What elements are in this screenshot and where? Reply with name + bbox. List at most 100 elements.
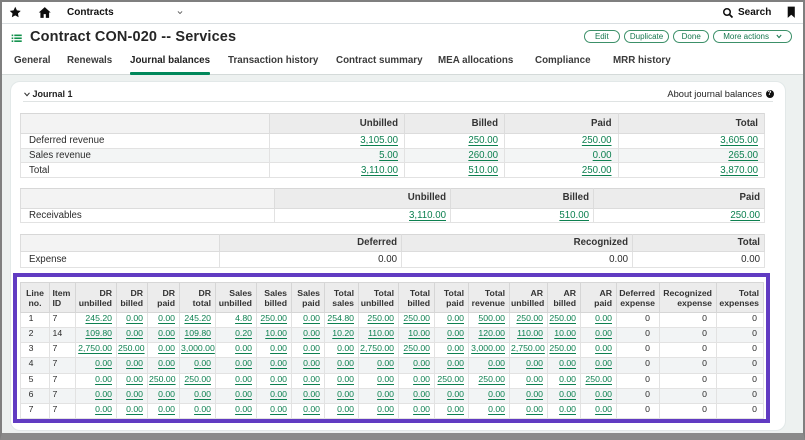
line-cell[interactable]: 245.20 bbox=[76, 313, 117, 328]
line-cell[interactable]: 0.00 bbox=[548, 403, 581, 418]
amount-link[interactable]: 0.00 bbox=[95, 374, 112, 384]
line-cell[interactable]: 0.00 bbox=[180, 403, 216, 418]
amount-link[interactable]: 245.20 bbox=[184, 313, 211, 323]
amount-link[interactable]: 3,105.00 bbox=[360, 135, 398, 146]
line-cell[interactable]: 2,750.00 bbox=[510, 343, 548, 358]
line-cell[interactable]: 0.00 bbox=[325, 343, 359, 358]
amount-link[interactable]: 2,750.00 bbox=[78, 343, 112, 353]
line-cell[interactable]: 0.00 bbox=[76, 358, 117, 373]
amount-link[interactable]: 0.00 bbox=[526, 389, 543, 399]
line-cell[interactable]: 250.00 bbox=[257, 313, 292, 328]
line-cell[interactable]: 0.00 bbox=[510, 373, 548, 388]
line-cell[interactable]: 10.20 bbox=[325, 328, 359, 343]
amount-link[interactable]: 0.00 bbox=[377, 358, 394, 368]
line-cell[interactable]: 0.00 bbox=[257, 373, 292, 388]
more-actions-button[interactable]: More actions bbox=[713, 30, 792, 43]
amount-link[interactable]: 0.00 bbox=[235, 404, 252, 414]
line-cell[interactable]: 0.00 bbox=[180, 388, 216, 403]
line-cell[interactable]: 0.00 bbox=[292, 313, 325, 328]
amount-link[interactable]: 0.00 bbox=[337, 404, 354, 414]
amount-link[interactable]: 0.00 bbox=[303, 389, 320, 399]
line-cell[interactable]: 250.00 bbox=[469, 373, 510, 388]
amount-link[interactable]: 0.00 bbox=[235, 343, 252, 353]
record-list-icon[interactable] bbox=[11, 34, 22, 43]
amount-link[interactable]: 0.00 bbox=[593, 150, 612, 161]
amount-link[interactable]: 0.00 bbox=[447, 358, 464, 368]
line-cell[interactable]: 250.00 bbox=[359, 313, 399, 328]
line-cell[interactable]: 0.00 bbox=[435, 328, 469, 343]
line-cell[interactable]: 0.00 bbox=[148, 328, 180, 343]
line-cell[interactable]: 0.00 bbox=[359, 388, 399, 403]
amount-link[interactable]: 250.00 bbox=[516, 313, 543, 323]
amount-link[interactable]: 0.00 bbox=[488, 389, 505, 399]
amount-link[interactable]: 250.00 bbox=[149, 374, 176, 384]
line-cell[interactable]: 0.00 bbox=[325, 373, 359, 388]
amount-link[interactable]: 10.00 bbox=[265, 328, 287, 338]
amount-link[interactable]: 250.00 bbox=[468, 135, 498, 146]
amount-link[interactable]: 120.00 bbox=[478, 328, 505, 338]
line-cell[interactable]: 0.00 bbox=[581, 313, 617, 328]
amount-link[interactable]: 10.00 bbox=[408, 328, 430, 338]
amount-cell[interactable]: 0.00 bbox=[505, 148, 619, 163]
line-cell[interactable]: 2,750.00 bbox=[76, 343, 117, 358]
line-cell[interactable]: 0.00 bbox=[359, 373, 399, 388]
amount-link[interactable]: 3,110.00 bbox=[361, 165, 398, 176]
amount-link[interactable]: 3,000.00 bbox=[471, 343, 505, 353]
amount-link[interactable]: 0.00 bbox=[413, 404, 430, 414]
tab-contract-summary[interactable]: Contract summary bbox=[336, 50, 423, 74]
line-cell[interactable]: 0.00 bbox=[435, 403, 469, 418]
line-cell[interactable]: 10.00 bbox=[399, 328, 435, 343]
amount-link[interactable]: 0.20 bbox=[235, 328, 252, 338]
amount-cell[interactable]: 3,110.00 bbox=[270, 163, 405, 178]
amount-link[interactable]: 0.00 bbox=[158, 343, 175, 353]
amount-link[interactable]: 0.00 bbox=[303, 328, 320, 338]
amount-link[interactable]: 0.00 bbox=[126, 389, 143, 399]
amount-link[interactable]: 0.00 bbox=[126, 358, 143, 368]
line-cell[interactable]: 0.00 bbox=[117, 403, 148, 418]
line-cell[interactable]: 250.00 bbox=[435, 373, 469, 388]
line-cell[interactable]: 0.00 bbox=[292, 328, 325, 343]
line-cell[interactable]: 0.00 bbox=[257, 388, 292, 403]
amount-link[interactable]: 10.20 bbox=[332, 328, 354, 338]
amount-link[interactable]: 0.00 bbox=[559, 358, 576, 368]
amount-link[interactable]: 0.00 bbox=[413, 374, 430, 384]
amount-link[interactable]: 250.00 bbox=[437, 374, 464, 384]
edit-button[interactable]: Edit bbox=[584, 30, 620, 43]
line-cell[interactable]: 0.00 bbox=[216, 388, 257, 403]
line-cell[interactable]: 0.00 bbox=[257, 343, 292, 358]
journal-section-header[interactable]: Journal 1 About journal balances ? bbox=[23, 82, 773, 102]
amount-link[interactable]: 0.00 bbox=[126, 404, 143, 414]
amount-link[interactable]: 250.00 bbox=[478, 374, 505, 384]
amount-link[interactable]: 0.00 bbox=[303, 374, 320, 384]
amount-link[interactable]: 0.00 bbox=[447, 404, 464, 414]
amount-link[interactable]: 0.00 bbox=[235, 374, 252, 384]
amount-cell[interactable]: 510.00 bbox=[451, 208, 594, 223]
amount-link[interactable]: 0.00 bbox=[337, 343, 354, 353]
line-cell[interactable]: 250.00 bbox=[581, 373, 617, 388]
amount-link[interactable]: 0.00 bbox=[559, 374, 576, 384]
amount-link[interactable]: 250.00 bbox=[260, 313, 287, 323]
amount-link[interactable]: 0.00 bbox=[595, 343, 612, 353]
line-cell[interactable]: 110.00 bbox=[510, 328, 548, 343]
amount-link[interactable]: 0.00 bbox=[270, 358, 287, 368]
amount-cell[interactable]: 250.00 bbox=[505, 133, 619, 148]
amount-link[interactable]: 265.00 bbox=[728, 150, 758, 161]
about-journal-balances-link[interactable]: About journal balances bbox=[667, 89, 762, 99]
amount-link[interactable]: 0.00 bbox=[95, 389, 112, 399]
amount-link[interactable]: 500.00 bbox=[478, 313, 505, 323]
amount-link[interactable]: 510.00 bbox=[468, 165, 498, 176]
amount-cell[interactable]: 260.00 bbox=[405, 148, 505, 163]
line-cell[interactable]: 109.80 bbox=[76, 328, 117, 343]
line-cell[interactable]: 250.00 bbox=[510, 313, 548, 328]
line-cell[interactable]: 0.00 bbox=[292, 388, 325, 403]
amount-link[interactable]: 245.20 bbox=[85, 313, 112, 323]
amount-link[interactable]: 250.00 bbox=[184, 374, 211, 384]
line-cell[interactable]: 3,000.00 bbox=[180, 343, 216, 358]
amount-link[interactable]: 0.00 bbox=[377, 404, 394, 414]
tab-general[interactable]: General bbox=[14, 50, 51, 74]
line-cell[interactable]: 3,000.00 bbox=[469, 343, 510, 358]
line-cell[interactable]: 0.00 bbox=[399, 388, 435, 403]
amount-link[interactable]: 2,750.00 bbox=[360, 343, 394, 353]
line-cell[interactable]: 0.00 bbox=[117, 358, 148, 373]
line-cell[interactable]: 0.00 bbox=[359, 403, 399, 418]
